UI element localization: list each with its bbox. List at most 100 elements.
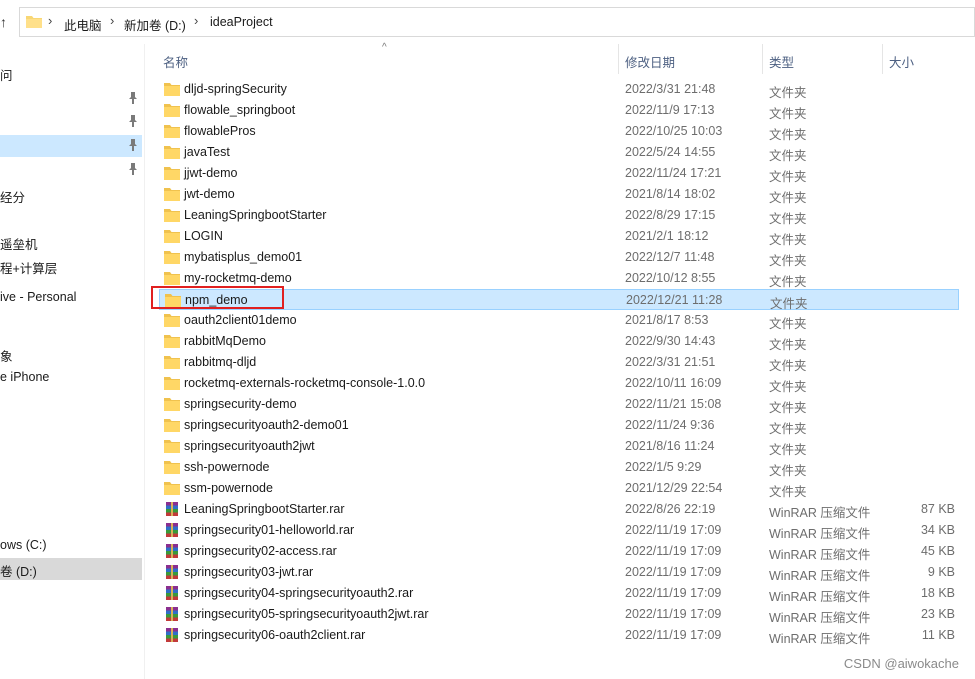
file-name: LeaningSpringbootStarter.rar: [184, 502, 345, 516]
file-date: 2022/12/21 11:28: [626, 293, 723, 307]
nav-item[interactable]: [0, 159, 142, 181]
folder-icon: [164, 103, 180, 117]
folder-row[interactable]: rabbitMqDemo 2022/9/30 14:43 文件夹: [159, 331, 959, 352]
folder-icon: [164, 229, 180, 243]
nav-item[interactable]: e iPhone: [0, 367, 142, 389]
file-type: 文件夹: [769, 275, 807, 289]
file-type: 文件夹: [769, 401, 807, 415]
file-type: 文件夹: [769, 170, 807, 184]
winrar-archive-icon: [164, 607, 180, 621]
breadcrumb-this-pc[interactable]: 此电脑: [64, 15, 102, 34]
up-arrow-icon[interactable]: ↑: [0, 13, 14, 31]
winrar-archive-icon: [164, 586, 180, 600]
pane-divider[interactable]: [144, 44, 145, 679]
file-row[interactable]: springsecurity02-access.rar 2022/11/19 17…: [159, 541, 959, 562]
file-date: 2022/8/29 17:15: [625, 208, 716, 222]
folder-icon: [164, 313, 180, 327]
breadcrumb-separator[interactable]: ›: [48, 13, 52, 28]
file-type: 文件夹: [769, 359, 807, 373]
file-date: 2022/11/24 9:36: [625, 418, 715, 432]
nav-item-label: e iPhone: [0, 370, 50, 384]
file-date: 2022/1/5 9:29: [625, 460, 702, 474]
file-name: springsecurity03-jwt.rar: [184, 565, 314, 579]
file-type: WinRAR 压缩文件: [769, 506, 871, 520]
file-date: 2022/5/24 14:55: [625, 145, 716, 159]
nav-item[interactable]: [0, 111, 142, 133]
file-name: springsecurityoauth2-demo01: [184, 418, 349, 432]
file-date: 2021/8/14 18:02: [625, 187, 716, 201]
file-row[interactable]: LeaningSpringbootStarter.rar 2022/8/26 22…: [159, 499, 959, 520]
nav-item[interactable]: 遥垒机: [0, 231, 142, 253]
nav-item[interactable]: 象: [0, 343, 142, 365]
file-type: WinRAR 压缩文件: [769, 548, 871, 562]
folder-row[interactable]: javaTest 2022/5/24 14:55 文件夹: [159, 142, 959, 163]
folder-row[interactable]: rabbitmq-dljd 2022/3/31 21:51 文件夹: [159, 352, 959, 373]
folder-row[interactable]: springsecurityoauth2-demo01 2022/11/24 9:…: [159, 415, 959, 436]
file-row[interactable]: springsecurity04-springsecurityoauth2.ra…: [159, 583, 959, 604]
file-name: LeaningSpringbootStarter: [184, 208, 327, 222]
nav-item[interactable]: 问: [0, 62, 142, 84]
file-name: rabbitmq-dljd: [184, 355, 257, 369]
breadcrumb-drive-d[interactable]: 新加卷 (D:): [124, 15, 186, 34]
file-date: 2022/3/31 21:51: [625, 355, 716, 369]
file-name: jjwt-demo: [184, 166, 238, 180]
file-date: 2021/8/17 8:53: [625, 313, 709, 327]
nav-item[interactable]: [0, 135, 142, 157]
nav-item[interactable]: 卷 (D:): [0, 558, 142, 580]
nav-item[interactable]: ive - Personal: [0, 287, 142, 309]
column-header-size[interactable]: 大小: [883, 44, 963, 74]
file-name: springsecurity04-springsecurityoauth2.ra…: [184, 586, 414, 600]
file-date: 2022/10/11 16:09: [625, 376, 722, 390]
folder-row[interactable]: springsecurity-demo 2022/11/21 15:08 文件夹: [159, 394, 959, 415]
file-row[interactable]: springsecurity05-springsecurityoauth2jwt…: [159, 604, 959, 625]
nav-item[interactable]: ows (C:): [0, 535, 142, 557]
pin-icon[interactable]: [128, 92, 138, 104]
file-name: LOGIN: [184, 229, 223, 243]
file-name: springsecurity-demo: [184, 397, 297, 411]
file-type: 文件夹: [769, 212, 807, 226]
folder-row[interactable]: ssh-powernode 2022/1/5 9:29 文件夹: [159, 457, 959, 478]
file-date: 2022/11/19 17:09: [625, 544, 722, 558]
file-name: mybatisplus_demo01: [184, 250, 303, 264]
folder-row[interactable]: LeaningSpringbootStarter 2022/8/29 17:15 文…: [159, 205, 959, 226]
folder-icon: [164, 418, 180, 432]
folder-row[interactable]: LOGIN 2021/2/1 18:12 文件夹: [159, 226, 959, 247]
column-header-name[interactable]: 名称: [157, 44, 617, 74]
folder-row[interactable]: springsecurityoauth2jwt 2021/8/16 11:24 文件…: [159, 436, 959, 457]
folder-icon: [164, 439, 180, 453]
address-bar[interactable]: › 此电脑 › 新加卷 (D:) › ideaProject: [19, 7, 975, 37]
breadcrumb-separator[interactable]: ›: [194, 13, 198, 28]
pin-icon[interactable]: [128, 139, 138, 151]
folder-row[interactable]: flowable_springboot 2022/11/9 17:13 文件夹: [159, 100, 959, 121]
file-name: rabbitMqDemo: [184, 334, 266, 348]
file-type: 文件夹: [769, 338, 807, 352]
pin-icon[interactable]: [128, 115, 138, 127]
folder-row[interactable]: jjwt-demo 2022/11/24 17:21 文件夹: [159, 163, 959, 184]
folder-row[interactable]: dljd-springSecurity 2022/3/31 21:48 文件夹: [159, 79, 959, 100]
folder-row[interactable]: ssm-powernode 2021/12/29 22:54 文件夹: [159, 478, 959, 499]
file-row[interactable]: springsecurity06-oauth2client.rar 2022/11…: [159, 625, 959, 646]
nav-item[interactable]: 经分: [0, 184, 142, 206]
file-type: 文件夹: [769, 254, 807, 268]
column-header-type[interactable]: 类型: [763, 44, 881, 74]
file-row[interactable]: springsecurity03-jwt.rar 2022/11/19 17:09…: [159, 562, 959, 583]
file-row[interactable]: springsecurity01-helloworld.rar 2022/11/1…: [159, 520, 959, 541]
folder-row[interactable]: mybatisplus_demo01 2022/12/7 11:48 文件夹: [159, 247, 959, 268]
folder-row[interactable]: flowablePros 2022/10/25 10:03 文件夹: [159, 121, 959, 142]
file-name: springsecurity01-helloworld.rar: [184, 523, 355, 537]
breadcrumb-ideaproject[interactable]: ideaProject: [210, 15, 273, 29]
nav-item-label: 经分: [0, 191, 26, 205]
file-type: 文件夹: [769, 107, 807, 121]
file-type: WinRAR 压缩文件: [769, 632, 871, 646]
file-name: rocketmq-externals-rocketmq-console-1.0.…: [184, 376, 426, 390]
pin-icon[interactable]: [128, 163, 138, 175]
file-type: 文件夹: [769, 422, 807, 436]
nav-item[interactable]: [0, 88, 142, 110]
folder-row[interactable]: oauth2client01demo 2021/8/17 8:53 文件夹: [159, 310, 959, 331]
nav-item[interactable]: 程+计算层: [0, 255, 142, 277]
folder-row[interactable]: rocketmq-externals-rocketmq-console-1.0.…: [159, 373, 959, 394]
breadcrumb-separator[interactable]: ›: [110, 13, 114, 28]
column-header-date[interactable]: 修改日期: [619, 44, 761, 74]
folder-icon: [164, 481, 180, 495]
folder-row[interactable]: jwt-demo 2021/8/14 18:02 文件夹: [159, 184, 959, 205]
